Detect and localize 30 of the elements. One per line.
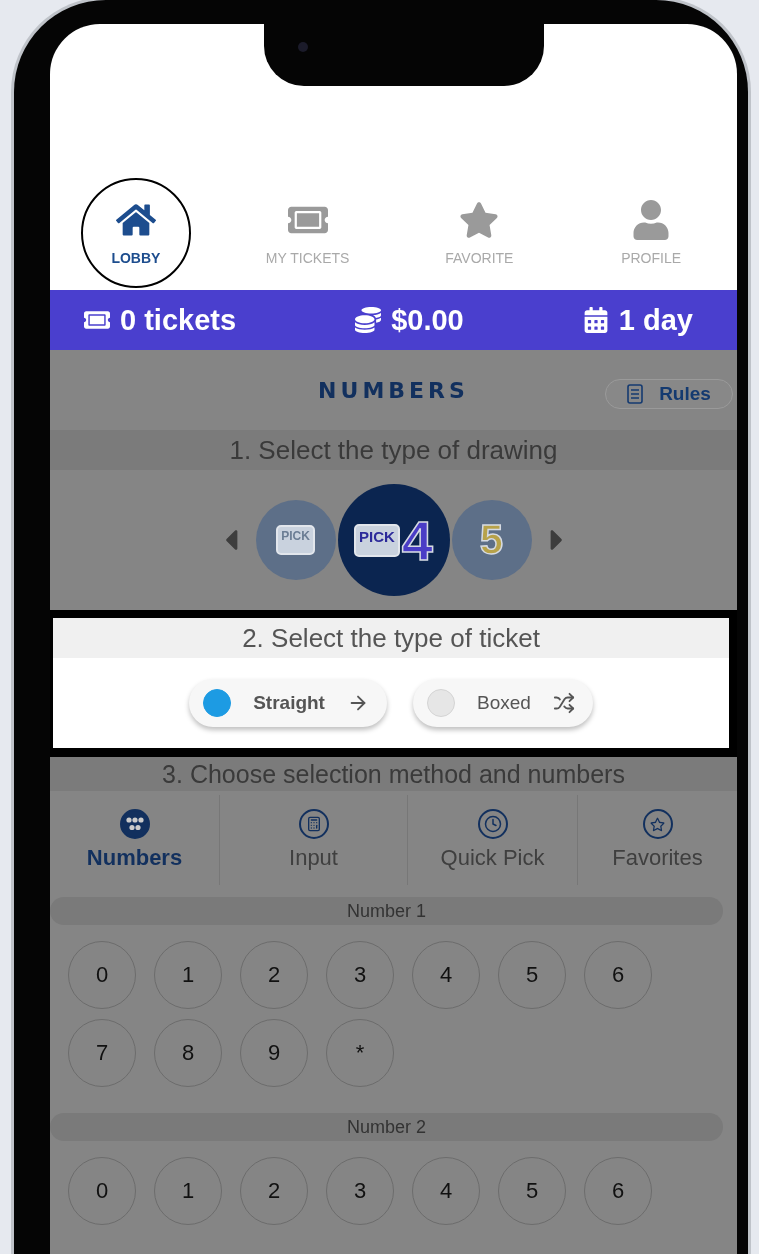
section-heading: 1. Select the type of drawing xyxy=(50,430,737,470)
game-title: NUMBERS xyxy=(318,377,469,403)
option-label: Straight xyxy=(253,692,325,714)
star-icon xyxy=(459,199,500,240)
coins-icon xyxy=(355,307,382,333)
ticket-type-option[interactable]: Boxed xyxy=(412,679,593,727)
calculator-icon xyxy=(298,809,329,839)
person-icon xyxy=(631,199,672,240)
option-label: Boxed xyxy=(476,692,531,714)
method-tab[interactable]: Favorites xyxy=(578,795,737,885)
section-heading: 2. Select the type of ticket xyxy=(53,618,729,658)
number-group-title: Number 1 xyxy=(50,897,723,925)
game-logo[interactable]: PICK xyxy=(255,500,336,580)
nav-tab[interactable]: LOBBY xyxy=(80,177,191,288)
dots-icon xyxy=(119,809,150,839)
clock-icon xyxy=(477,809,508,839)
camera-icon xyxy=(298,42,308,52)
summary-text: 0 tickets xyxy=(120,303,237,337)
summary-text: 1 day xyxy=(618,303,693,337)
ticket-type-option[interactable]: Straight xyxy=(189,679,387,727)
shuffle-icon xyxy=(552,692,575,714)
document-icon xyxy=(627,384,644,404)
summary-text: $0.00 xyxy=(391,303,464,337)
method-tab[interactable]: Input xyxy=(220,795,408,885)
method-tab[interactable]: Numbers xyxy=(50,795,220,885)
rules-button[interactable]: Rules xyxy=(605,379,733,409)
section-heading: 3. Choose selection method and numbers xyxy=(50,757,737,791)
number-group-title: Number 2 xyxy=(50,1113,723,1141)
method-tab[interactable]: Quick Pick xyxy=(408,795,578,885)
calendar-icon xyxy=(582,307,609,333)
